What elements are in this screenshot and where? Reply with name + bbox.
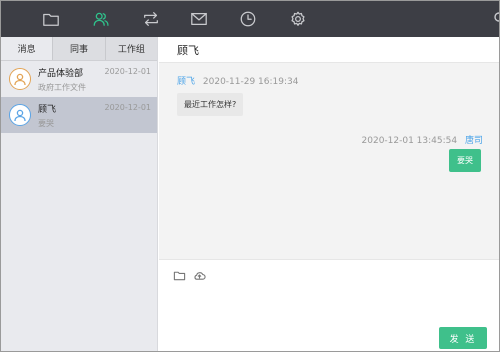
clock-icon[interactable] bbox=[238, 9, 258, 29]
conversation-preview: 要哭 bbox=[38, 118, 54, 128]
compose-area[interactable]: 发 送 bbox=[159, 259, 499, 351]
user-icon bbox=[14, 109, 26, 122]
mail-icon[interactable] bbox=[189, 9, 209, 29]
chat-panel: 顾飞 顾飞 2020-11-29 16:19:34 最近工作怎样? 2020-1… bbox=[159, 37, 499, 351]
conversation-item-gufei[interactable]: 顾飞 要哭 2020-12-01 bbox=[1, 97, 157, 133]
chat-title: 顾飞 bbox=[159, 37, 499, 63]
folder-icon[interactable] bbox=[41, 9, 61, 29]
sender-name[interactable]: 顾飞 bbox=[177, 77, 195, 87]
avatar bbox=[9, 104, 31, 126]
conversation-name: 产品体验部 bbox=[38, 68, 84, 79]
incoming-message-bubble: 最近工作怎样? bbox=[177, 93, 244, 116]
tab-messages[interactable]: 消息 bbox=[1, 37, 54, 60]
sidebar-tabs: 消息 同事 工作组 bbox=[1, 37, 157, 61]
conversation-date: 2020-12-01 bbox=[104, 67, 152, 76]
gear-icon[interactable] bbox=[288, 9, 308, 29]
outgoing-message-bubble: 要哭 bbox=[449, 149, 481, 172]
sender-name[interactable]: 唐司 bbox=[465, 136, 483, 146]
app-window: 消息 同事 工作组 产品体验部 政府工作文件 2020-12-01 顾飞 要哭 … bbox=[0, 0, 500, 352]
message-time: 2020-12-01 13:45:54 bbox=[361, 136, 458, 146]
user-icon bbox=[14, 73, 26, 86]
avatar bbox=[9, 68, 31, 90]
top-toolbar bbox=[1, 1, 499, 37]
search-icon[interactable] bbox=[493, 11, 499, 25]
message-header: 2020-12-01 13:45:54 唐司 bbox=[362, 133, 483, 146]
message-time: 2020-11-29 16:19:34 bbox=[202, 77, 299, 87]
message-list: 顾飞 2020-11-29 16:19:34 最近工作怎样? 2020-12-0… bbox=[159, 63, 499, 259]
contacts-icon[interactable] bbox=[91, 9, 111, 29]
message-header: 顾飞 2020-11-29 16:19:34 bbox=[177, 74, 298, 87]
folder-icon[interactable] bbox=[173, 269, 187, 283]
conversation-name: 顾飞 bbox=[38, 104, 57, 115]
sync-icon[interactable] bbox=[141, 9, 161, 29]
cloud-icon[interactable] bbox=[193, 269, 207, 283]
tab-colleagues[interactable]: 同事 bbox=[53, 37, 106, 60]
conversation-sidebar: 消息 同事 工作组 产品体验部 政府工作文件 2020-12-01 顾飞 要哭 … bbox=[1, 37, 158, 351]
conversation-date: 2020-12-01 bbox=[104, 103, 152, 112]
conversation-item-product-dept[interactable]: 产品体验部 政府工作文件 2020-12-01 bbox=[1, 61, 157, 97]
tab-workgroups[interactable]: 工作组 bbox=[106, 37, 157, 60]
conversation-preview: 政府工作文件 bbox=[38, 82, 86, 92]
send-button[interactable]: 发 送 bbox=[439, 327, 487, 349]
